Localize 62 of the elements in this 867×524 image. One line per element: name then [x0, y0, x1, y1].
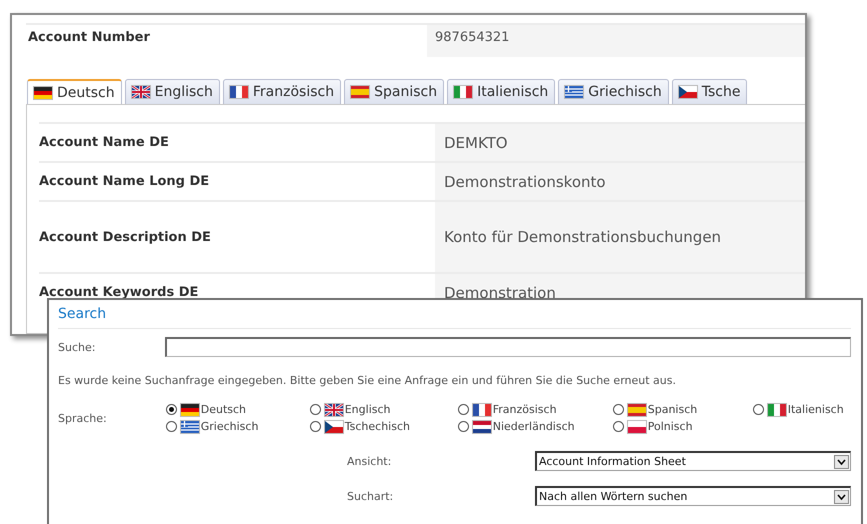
language-tab[interactable]: Französisch — [222, 79, 342, 104]
field-value: 987654321 — [427, 25, 805, 57]
radio-button[interactable] — [752, 404, 764, 415]
flag-icon — [34, 86, 52, 98]
flag-icon — [628, 420, 646, 432]
flag-icon — [454, 86, 472, 98]
language-tab[interactable]: Griechisch — [558, 79, 669, 104]
flag-icon — [565, 86, 584, 98]
field-value: Demonstration — [444, 284, 556, 302]
radio-button[interactable] — [166, 404, 177, 415]
flag-icon — [230, 86, 248, 98]
radio-button[interactable] — [310, 421, 321, 432]
flag-icon — [180, 420, 199, 432]
radio-button[interactable] — [458, 404, 469, 415]
field-label: Account Name Long DE — [39, 173, 210, 191]
field-label: Account Description DE — [39, 228, 212, 246]
language-option[interactable]: Italienisch — [752, 403, 844, 416]
flag-icon — [132, 86, 150, 98]
search-label: Suche: — [58, 340, 96, 354]
field-label: Account Name DE — [39, 134, 170, 152]
radio-button[interactable] — [310, 404, 321, 415]
field-value: DEMKTO — [444, 134, 508, 152]
radio-button[interactable] — [458, 421, 469, 432]
language-tab[interactable]: Deutsch — [27, 79, 122, 104]
search-field[interactable] — [165, 337, 851, 357]
flag-icon — [628, 404, 646, 416]
dropdown[interactable]: Account Information Sheet — [535, 451, 851, 471]
flag-icon — [324, 404, 343, 416]
language-option[interactable]: Griechisch — [166, 420, 310, 433]
caret-icon — [834, 454, 849, 468]
flag-icon — [180, 404, 199, 416]
language-option[interactable]: Tschechisch — [310, 420, 458, 433]
flag-icon — [768, 404, 786, 416]
radio-button[interactable] — [612, 404, 624, 415]
flag-icon — [472, 404, 491, 416]
field-label: Account Number — [27, 29, 151, 47]
language-tab[interactable]: Spanisch — [344, 79, 444, 104]
language-option[interactable]: Niederländisch — [458, 420, 613, 433]
search-title: Search — [58, 306, 851, 329]
flag-icon — [324, 420, 343, 432]
language-option[interactable]: Spanisch — [612, 403, 753, 416]
language-tab[interactable]: Tsche — [672, 79, 748, 104]
caret-icon — [834, 490, 849, 504]
language-option[interactable]: Deutsch — [166, 403, 310, 416]
select-label: Ansicht: — [347, 454, 392, 468]
field-value: Demonstrationskonto — [444, 172, 606, 190]
field-value: Konto für Demonstrationsbuchungen — [444, 228, 722, 246]
language-label: Sprache: — [58, 412, 107, 424]
search-message: Es wurde keine Suchanfrage eingegeben. Bitte geben Sie eine Anfrage ein und führen Sie die Suche erneut aus. — [58, 374, 677, 387]
flag-icon — [351, 86, 370, 98]
flag-icon — [678, 86, 697, 98]
language-tab[interactable]: Italienisch — [447, 79, 556, 104]
radio-button[interactable] — [612, 421, 624, 432]
language-option[interactable]: Englisch — [310, 403, 458, 416]
flag-icon — [472, 420, 491, 432]
language-option[interactable]: Französisch — [458, 403, 613, 416]
language-option[interactable]: Polnisch — [612, 420, 753, 433]
dropdown[interactable]: Nach allen Wörtern suchen — [535, 486, 851, 506]
radio-button[interactable] — [166, 421, 177, 432]
select-label: Suchart: — [347, 490, 394, 502]
language-tab[interactable]: Englisch — [124, 79, 220, 104]
field-label: Account Keywords DE — [39, 284, 200, 302]
